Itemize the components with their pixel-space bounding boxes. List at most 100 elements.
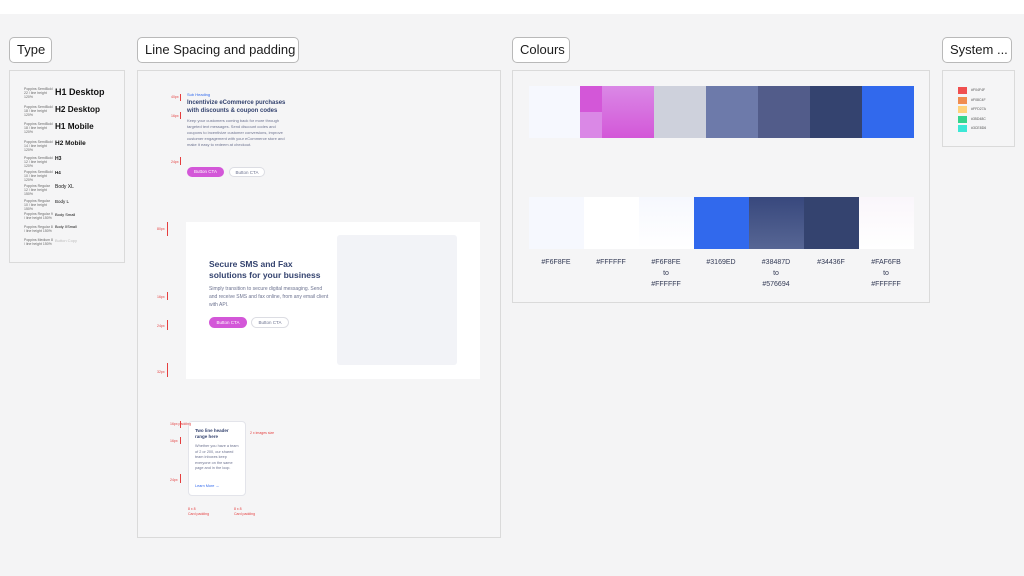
canvas-top-bar: [0, 0, 1024, 14]
colour-hex-label: #38487D to #576694: [749, 257, 803, 290]
type-sample-row: Poppins SemiBold 18 / line height 120% H1…: [24, 122, 124, 134]
ann-24c: 24px: [170, 478, 178, 482]
ann-16c: 16px: [170, 439, 178, 443]
type-sample-meta: Poppins SemiBold 22 / line height 120%: [24, 87, 53, 99]
system-colour-hex: #FFD27A: [971, 107, 986, 111]
type-sample-row: Poppins SemiBold 18 / line height 120% H2…: [24, 105, 124, 117]
ann-24b: 24px: [157, 324, 165, 328]
colour-hex-line: #F6F8FE: [541, 259, 571, 266]
type-sample-text: Button Copy: [55, 238, 78, 243]
type-sample-meta: Poppins SemiBold 10 / line height 120%: [24, 170, 53, 182]
colour-swatch[interactable]: [804, 197, 859, 249]
colour-hex-line: to: [663, 270, 669, 277]
type-sample-row: Poppins Regular 12 / line height 150% Bod…: [24, 184, 124, 196]
colour-swatch[interactable]: [706, 86, 758, 138]
ann-line: [180, 474, 181, 483]
colour-hex-label: #F6F8FE to #FFFFFF: [639, 257, 693, 290]
colour-swatch[interactable]: [694, 197, 749, 249]
colour-hex-line: #FFFFFF: [871, 281, 901, 288]
ann-32: 32px: [157, 370, 165, 374]
type-sample-row: Poppins SemiBold 12 / line height 120% H3: [24, 156, 124, 168]
type-sample-row: Poppins Medium 8 / line height 150% Butto…: [24, 238, 124, 248]
type-sample-meta: Poppins Regular 10 / line height 150%: [24, 199, 50, 211]
type-sample-meta: Poppins Regular 8 / line height 150%: [24, 225, 53, 233]
ann-line: [167, 320, 168, 330]
colour-hex-label: #FAF6FB to #FFFFFF: [859, 257, 913, 290]
colour-hex-label: #F6F8FE: [529, 257, 583, 268]
block2-cta-secondary[interactable]: Button CTA: [251, 317, 289, 328]
type-sample-meta: Poppins SemiBold 18 / line height 120%: [24, 105, 53, 117]
type-sample-text: Body Small: [55, 212, 76, 217]
colour-hex-label: #34436F: [804, 257, 858, 268]
frame-label-spacing[interactable]: Line Spacing and padding: [137, 37, 299, 63]
block3-heading: Two line header range here: [195, 428, 229, 439]
ann-line: [180, 94, 181, 101]
colour-hex-line: #FAF6FB: [871, 259, 901, 266]
type-sample-text: H3: [55, 156, 62, 162]
ann-sub2: Card padding: [234, 512, 256, 516]
system-colour-row: #FFD27A: [958, 106, 1008, 114]
system-colour-hex: #F04F4F: [971, 88, 986, 92]
colour-hex-line: to: [773, 270, 779, 277]
type-sample-row: Poppins SemiBold 10 / line height 120% H4: [24, 170, 124, 182]
colour-swatch[interactable]: [580, 86, 602, 138]
block1-body: Keep your customers coming back for more…: [187, 118, 285, 147]
system-colour-swatch[interactable]: [958, 115, 967, 123]
type-sample-row: Poppins SemiBold 22 / line height 120% H1…: [24, 87, 124, 99]
colour-swatch[interactable]: [584, 197, 639, 249]
system-colour-row: #F04F4F: [958, 87, 1008, 95]
ann-24: 24px: [171, 160, 179, 164]
colour-swatch[interactable]: [529, 197, 584, 249]
ann-80: 80px: [157, 227, 165, 231]
type-sample-meta: Poppins Regular 12 / line height 150%: [24, 184, 50, 196]
colour-swatch[interactable]: [654, 86, 706, 138]
type-sample-meta: Poppins SemiBold 18 / line height 120%: [24, 122, 53, 134]
ann-line: [180, 421, 181, 428]
type-sample-meta: Poppins SemiBold 12 / line height 120%: [24, 156, 53, 168]
type-sample-text: Body XSmall: [55, 225, 77, 229]
block3-body: Whether you have a team of 2 or 200, our…: [195, 444, 239, 470]
type-sample-meta: Poppins Regular 9 / line height 150%: [24, 212, 53, 220]
colour-hex-line: #FFFFFF: [651, 281, 681, 288]
type-sample-row: Poppins Regular 8 / line height 150% Body…: [24, 225, 124, 235]
colour-swatch[interactable]: [862, 86, 914, 138]
colour-swatch[interactable]: [529, 86, 580, 138]
colour-hex-line: #34436F: [817, 259, 845, 266]
type-sample-row: Poppins Regular 10 / line height 150% Bod…: [24, 199, 124, 211]
type-sample-text: H2 Desktop: [55, 105, 101, 114]
frame-label-type[interactable]: Type: [9, 37, 52, 63]
colour-swatch[interactable]: [749, 197, 804, 249]
system-colour-swatch[interactable]: [958, 106, 967, 113]
system-colour-row: #F08C4F: [958, 96, 1008, 105]
system-colour-swatch[interactable]: [958, 125, 967, 132]
ann-image-size: 2 x images size: [250, 431, 275, 435]
ann-40: 40px: [171, 95, 179, 99]
block1-cta-primary[interactable]: Button CTA: [187, 167, 224, 177]
frame-label-colours[interactable]: Colours: [512, 37, 570, 63]
system-colour-swatch[interactable]: [958, 87, 967, 94]
colour-hex-line: #FFFFFF: [596, 259, 626, 266]
colour-hex-line: #F6F8FE: [651, 259, 681, 266]
block1-eyebrow: Sub Heading: [187, 92, 211, 97]
block3-link[interactable]: Learn More →: [195, 484, 219, 488]
system-colour-swatch[interactable]: [958, 96, 967, 104]
colour-swatch[interactable]: [859, 197, 914, 249]
colour-swatch[interactable]: [810, 86, 862, 138]
type-sample-text: H4: [55, 170, 61, 175]
ann-line: [180, 437, 181, 444]
block1-cta-secondary[interactable]: Button CTA: [229, 167, 265, 177]
colour-hex-label: #FFFFFF: [584, 257, 638, 268]
system-colour-hex: #F08C4F: [971, 97, 986, 102]
type-sample-meta: Poppins Medium 8 / line height 150%: [24, 238, 53, 246]
ann-line: [167, 292, 168, 300]
block2-cta-primary[interactable]: Button CTA: [209, 317, 247, 328]
type-sample-meta: Poppins SemiBold 14 / line height 120%: [24, 140, 53, 152]
system-colour-hex: #3CE8D6: [971, 126, 987, 130]
colour-swatch[interactable]: [602, 86, 654, 138]
colour-swatch[interactable]: [639, 197, 694, 249]
ann-line: [167, 363, 168, 377]
type-sample-text: H1 Mobile: [55, 122, 94, 131]
frame-label-system[interactable]: System ...: [942, 37, 1012, 63]
type-sample-text: Body L: [55, 199, 70, 204]
colour-swatch[interactable]: [758, 86, 810, 138]
